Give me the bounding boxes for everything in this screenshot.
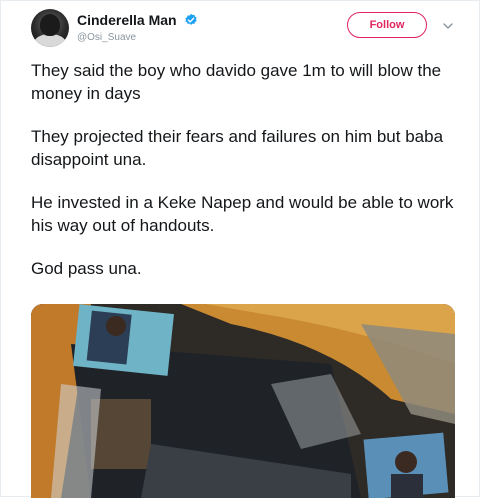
verified-badge-icon <box>185 13 197 25</box>
photo-icon <box>31 304 455 498</box>
chevron-down-icon[interactable] <box>443 21 453 31</box>
tweet-paragraph: God pass una. <box>31 259 142 278</box>
tweet-photo[interactable] <box>31 304 455 498</box>
follow-button[interactable]: Follow <box>347 12 427 38</box>
author-block[interactable]: Cinderella Man @Osi_Suave <box>77 11 198 43</box>
avatar[interactable] <box>31 9 69 47</box>
tweet-paragraph: He invested in a Keke Napep and would be… <box>31 193 454 235</box>
tweet-paragraph: They said the boy who davido gave 1m to … <box>31 61 442 103</box>
tweet-text: They said the boy who davido gave 1m to … <box>31 59 461 300</box>
tweet-paragraph: They projected their fears and failures … <box>31 127 444 169</box>
tweet-header: Cinderella Man @Osi_Suave Follow <box>31 9 461 49</box>
handle[interactable]: @Osi_Suave <box>77 32 198 43</box>
tweet-card: Cinderella Man @Osi_Suave Follow They sa… <box>0 0 480 498</box>
display-name[interactable]: Cinderella Man <box>77 12 177 28</box>
